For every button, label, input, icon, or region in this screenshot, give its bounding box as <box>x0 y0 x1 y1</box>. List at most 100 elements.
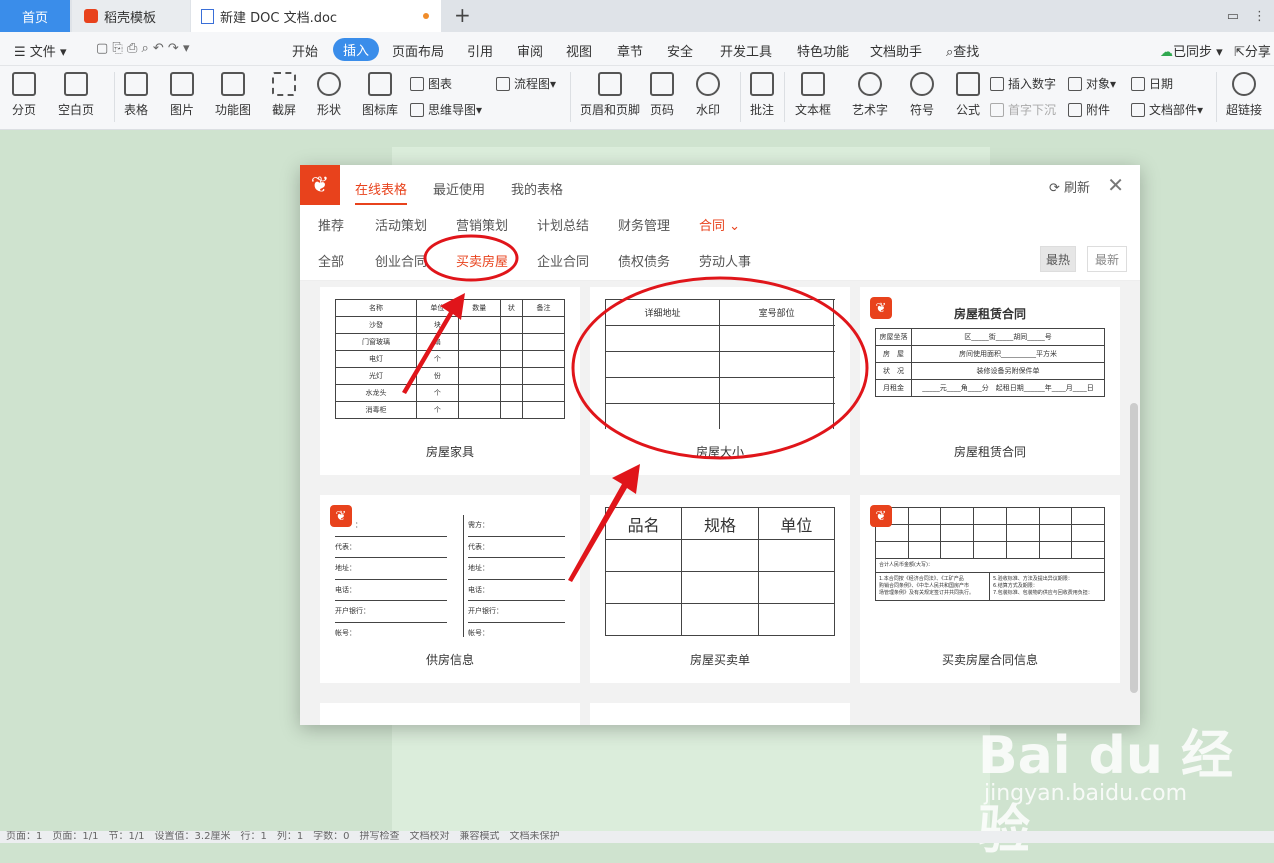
page-break-icon <box>12 72 36 96</box>
label: 思维导图 <box>428 103 477 117</box>
sub-enterprise[interactable]: 企业合同 <box>537 251 589 270</box>
menu-start[interactable]: 开始 <box>292 41 318 60</box>
share-button[interactable]: ⇱分享 <box>1234 41 1271 60</box>
insert-ribbon: 分页 空白页 表格 图片 功能图 截屏 形状 图标库 图表 思维导图 ▾ 流程图… <box>0 66 1274 130</box>
template-card[interactable] <box>590 703 850 725</box>
cat-summary[interactable]: 计划总结 <box>537 215 589 234</box>
docer-logo-icon <box>84 9 98 23</box>
line: 代表： <box>468 537 565 558</box>
screenshot-button[interactable]: 截屏 <box>272 72 296 118</box>
cell: 单位 <box>757 507 835 540</box>
sync-status[interactable]: ☁已同步 ▾ <box>1160 41 1223 60</box>
doc-part-button[interactable]: 文档部件 ▾ <box>1131 101 1203 118</box>
template-card[interactable]: 品名 规格 单位 房屋买卖单 <box>590 495 850 683</box>
menu-developer[interactable]: 开发工具 <box>720 41 772 60</box>
picture-button[interactable]: 图片 <box>170 72 194 118</box>
menu-section[interactable]: 章节 <box>617 41 643 60</box>
label: 首字下沉 <box>1008 103 1057 117</box>
more-icon[interactable]: ⋮ <box>1253 9 1266 24</box>
blank-page-button[interactable]: 空白页 <box>58 72 94 118</box>
cat-contract[interactable]: 合同 ⌄ <box>699 215 740 234</box>
cat-recommend[interactable]: 推荐 <box>318 215 344 234</box>
template-thumbnail: 名称 单位 数量状备注 沙發块 门窗玻璃扇 电灯个 光灯份 水龙头个 消毒柜个 <box>335 299 565 429</box>
tab-document[interactable]: 新建 DOC 文档.doc <box>191 0 441 32</box>
divider <box>1216 72 1217 122</box>
refresh-button[interactable]: ⟳ 刷新 <box>1049 177 1090 196</box>
symbol-button[interactable]: 符号 <box>910 72 934 118</box>
sub-house-trade[interactable]: 买卖房屋 <box>456 251 508 270</box>
tab-label: 首页 <box>21 10 48 26</box>
sub-startup[interactable]: 创业合同 <box>375 251 427 270</box>
new-tab-button[interactable]: + <box>454 3 471 27</box>
template-card[interactable] <box>320 703 580 725</box>
mindmap-button[interactable]: 思维导图 ▾ <box>410 101 482 118</box>
cat-events[interactable]: 活动策划 <box>375 215 427 234</box>
table-button[interactable]: 表格 <box>124 72 148 118</box>
icon-library-button[interactable]: 图标库 <box>362 72 398 118</box>
share-icon: ⇱ <box>1234 45 1245 60</box>
scrollbar[interactable] <box>1130 403 1138 693</box>
flowchart-button[interactable]: 流程图 ▾ <box>496 75 556 92</box>
formula-button[interactable]: 公式 <box>956 72 980 118</box>
watermark-url: jingyan.baidu.com <box>984 781 1188 806</box>
sub-labor[interactable]: 劳动人事 <box>699 251 751 270</box>
tab-home[interactable]: 首页 <box>0 0 70 32</box>
sub-all[interactable]: 全部 <box>318 251 344 270</box>
line: 1.本合同按《经济合同法》、《工矿产品 <box>879 576 964 582</box>
cat-finance[interactable]: 财务管理 <box>618 215 670 234</box>
menu-review[interactable]: 审阅 <box>517 41 543 60</box>
cell: 份 <box>415 367 459 385</box>
template-card[interactable]: ❦ 合计人民币金额(大写)： 1.本合同按《经济合同法》、《工矿产品 购销合同条例… <box>860 495 1120 683</box>
sort-hot[interactable]: 最热 <box>1040 246 1076 272</box>
function-chart-button[interactable]: 功能图 <box>215 72 251 118</box>
layout-icon[interactable]: ▭ <box>1227 9 1239 24</box>
date-button[interactable]: 日期 <box>1131 75 1173 92</box>
textbox-button[interactable]: 文本框 <box>795 72 831 118</box>
hyperlink-button[interactable]: 超链接 <box>1226 72 1262 118</box>
watermark-button[interactable]: 水印 <box>696 72 720 118</box>
template-card[interactable]: ❦ ： 代表： 地址： 电话： 开户银行： 帐号： 需方： 代表： 地址： 电话… <box>320 495 580 683</box>
cell: 数量 <box>457 299 501 317</box>
menu-page-layout[interactable]: 页面布局 <box>392 41 444 60</box>
menu-features[interactable]: 特色功能 <box>797 41 849 60</box>
template-card[interactable]: 名称 单位 数量状备注 沙發块 门窗玻璃扇 电灯个 光灯份 水龙头个 消毒柜个 房屋… <box>320 287 580 475</box>
attachment-button[interactable]: 附件 <box>1068 101 1110 118</box>
cat-contract-label: 合同 <box>699 219 726 234</box>
search-button[interactable]: ⌕查找 <box>946 41 979 60</box>
sub-debt[interactable]: 债权债务 <box>618 251 670 270</box>
tab-my-tables[interactable]: 我的表格 <box>511 179 563 198</box>
file-menu[interactable]: ☰ 文件 ▾ <box>14 41 66 60</box>
status-bar: 页面：1 页面：1/1 节：1/1 设置值：3.2厘米 行：1 列：1 字数：0… <box>0 831 1274 843</box>
tab-docer-templates[interactable]: 稻壳模板 <box>72 0 190 32</box>
insert-number-button[interactable]: 插入数字 <box>990 75 1056 92</box>
label: 符号 <box>910 103 935 117</box>
template-card[interactable]: 详细地址室号部位房 房屋大小 <box>590 287 850 475</box>
label: 分页 <box>12 103 37 117</box>
label: 空白页 <box>58 103 95 117</box>
wordart-button[interactable]: 艺术字 <box>852 72 888 118</box>
cell: 室号部位 <box>719 299 835 326</box>
menu-doc-assistant[interactable]: 文档助手 <box>870 41 922 60</box>
quick-access-icons[interactable]: ▢ ⎘ ⎙ ⌕ ↶ ↷ ▾ <box>96 41 189 56</box>
left-column: ： 代表： 地址： 电话： 开户银行： 帐号： <box>335 515 447 637</box>
comment-button[interactable]: 批注 <box>750 72 774 118</box>
menu-view[interactable]: 视图 <box>566 41 592 60</box>
page-number-button[interactable]: 页码 <box>650 72 674 118</box>
menu-reference[interactable]: 引用 <box>467 41 493 60</box>
sort-new[interactable]: 最新 <box>1087 246 1127 272</box>
shape-button[interactable]: 形状 <box>317 72 341 118</box>
tab-recent[interactable]: 最近使用 <box>433 179 485 198</box>
wps-badge-icon: ❦ <box>330 505 352 527</box>
chart-button[interactable]: 图表 <box>410 75 452 92</box>
tab-online-table[interactable]: 在线表格 <box>355 179 408 205</box>
menu-insert[interactable]: 插入 <box>333 38 380 61</box>
menu-security[interactable]: 安全 <box>667 41 693 60</box>
object-button[interactable]: 对象 ▾ <box>1068 75 1116 92</box>
template-card[interactable]: ❦ 房屋租赁合同 房屋坐落 区_____街_____胡同_____号 房 屋房间使… <box>860 287 1120 475</box>
cat-marketing[interactable]: 营销策划 <box>456 215 508 234</box>
close-icon[interactable]: ✕ <box>1107 173 1124 197</box>
divider <box>114 72 115 122</box>
page-break-button[interactable]: 分页 <box>12 72 36 118</box>
doc-file-icon <box>201 8 214 24</box>
header-footer-button[interactable]: 页眉和页脚 <box>580 72 640 118</box>
